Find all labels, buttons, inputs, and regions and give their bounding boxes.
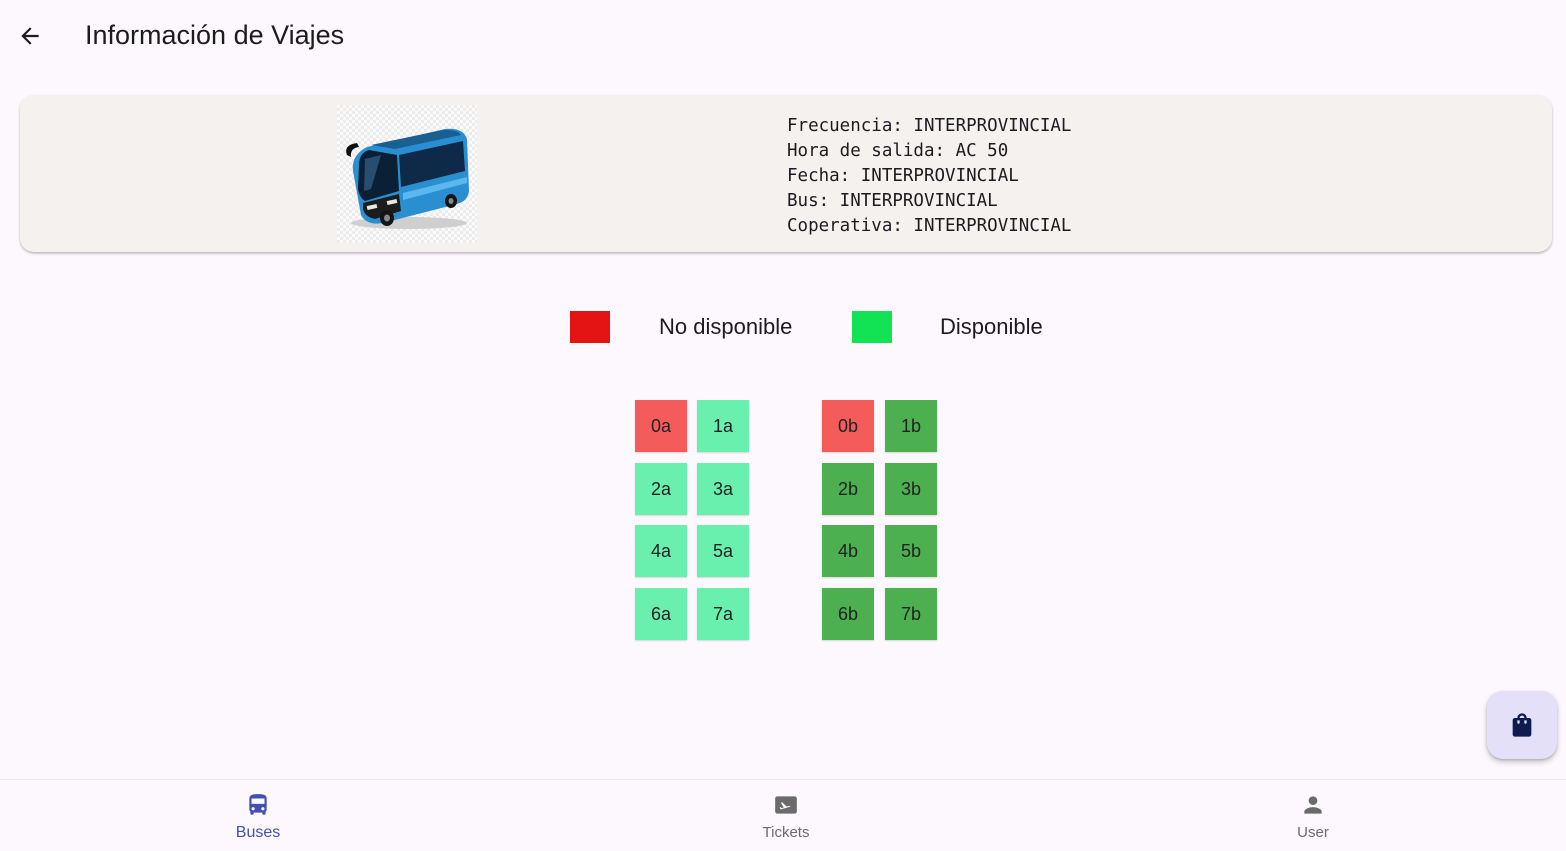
seat-label: 3a — [712, 478, 734, 499]
cart-fab-button[interactable] — [1487, 691, 1557, 759]
detail-hora-salida: Hora de salida: AC 50 — [787, 141, 1009, 161]
app-bar: Información de Viajes — [0, 0, 1566, 74]
seat-6a[interactable]: 6a — [635, 588, 687, 640]
seat-label: 3b — [900, 478, 922, 499]
seat-5b[interactable]: 5b — [885, 525, 937, 577]
seat-4a[interactable]: 4a — [635, 525, 687, 577]
seat-label: 7b — [900, 603, 922, 624]
nav-label-user: User — [1297, 824, 1329, 841]
seat-label: 7a — [712, 603, 734, 624]
nav-label-tickets: Tickets — [762, 824, 810, 841]
nav-item-buses[interactable]: Buses — [168, 780, 348, 851]
nav-label-buses: Buses — [235, 824, 281, 841]
seat-label: 5b — [900, 540, 922, 561]
page-title: Información de Viajes — [85, 20, 345, 50]
seat-1a[interactable]: 1a — [697, 400, 749, 452]
seat-2b[interactable]: 2b — [822, 463, 874, 515]
seat-label: 4b — [837, 540, 859, 561]
seat-7a[interactable]: 7a — [697, 588, 749, 640]
seat-label: 4a — [650, 540, 672, 561]
nav-item-tickets[interactable]: Tickets — [696, 780, 876, 851]
bus-photo — [337, 105, 477, 243]
detail-frecuencia: Frecuencia: INTERPROVINCIAL — [787, 116, 1072, 136]
seat-5a[interactable]: 5a — [697, 525, 749, 577]
seat-label: 6b — [837, 603, 859, 624]
trip-details: Frecuencia: INTERPROVINCIAL Hora de sali… — [787, 114, 1071, 239]
back-button[interactable] — [12, 18, 48, 54]
seat-4b[interactable]: 4b — [822, 525, 874, 577]
bottom-navigation: Buses Tickets User — [0, 779, 1566, 851]
detail-fecha: Fecha: INTERPROVINCIAL — [787, 166, 1019, 186]
seat-0a[interactable]: 0a — [635, 400, 687, 452]
seat-label: 6a — [650, 603, 672, 624]
seat-2a[interactable]: 2a — [635, 463, 687, 515]
ticket-flight-icon — [773, 792, 799, 818]
seat-label: 1a — [712, 415, 734, 436]
legend-label-available: Disponible — [940, 314, 1043, 339]
legend-label-unavailable: No disponible — [659, 314, 793, 339]
seat-0b[interactable]: 0b — [822, 400, 874, 452]
shopping-bag-icon — [1512, 713, 1532, 737]
seat-1b[interactable]: 1b — [885, 400, 937, 452]
detail-bus: Bus: INTERPROVINCIAL — [787, 191, 998, 211]
bus-icon — [245, 792, 271, 818]
arrow-back-icon — [21, 27, 39, 45]
seat-3b[interactable]: 3b — [885, 463, 937, 515]
seat-7b[interactable]: 7b — [885, 588, 937, 640]
detail-cooperativa: Coperativa: INTERPROVINCIAL — [787, 216, 1072, 236]
nav-item-user[interactable]: User — [1223, 780, 1403, 851]
seat-label: 2b — [837, 478, 859, 499]
trip-info-card: Frecuencia: INTERPROVINCIAL Hora de sali… — [20, 95, 1552, 252]
seat-label: 2a — [650, 478, 672, 499]
legend-swatch-available — [852, 311, 892, 343]
seat-label: 0a — [650, 415, 672, 436]
seat-label: 0b — [837, 415, 859, 436]
seat-label: 5a — [712, 540, 734, 561]
legend-swatch-unavailable — [570, 311, 610, 343]
seat-label: 1b — [900, 415, 922, 436]
seat-3a[interactable]: 3a — [697, 463, 749, 515]
person-icon — [1300, 792, 1326, 818]
seat-6b[interactable]: 6b — [822, 588, 874, 640]
